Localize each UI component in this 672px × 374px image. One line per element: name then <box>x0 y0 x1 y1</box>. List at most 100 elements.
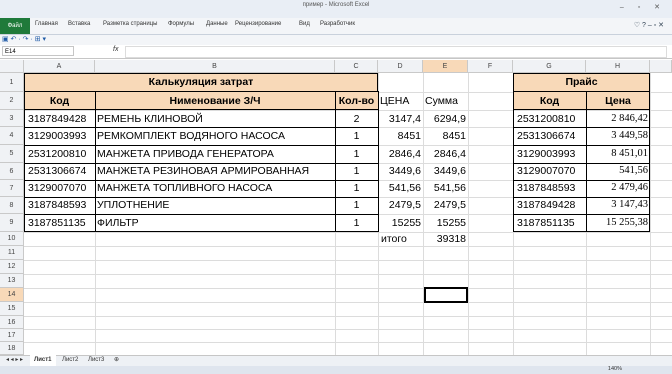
cell-qty[interactable]: 1 <box>335 179 378 197</box>
cell-code[interactable]: 3129007070 <box>28 179 95 197</box>
sheet-tab-3[interactable]: Лист3 <box>84 355 108 366</box>
cell-name[interactable]: МАНЖЕТА ТОПЛИВНОГО НАСОСА <box>97 179 335 197</box>
column-header-c[interactable]: C <box>335 60 378 73</box>
cell-name[interactable]: МАНЖЕТА РЕЗИНОВАЯ АРМИРОВАННАЯ <box>97 162 335 180</box>
cell-sum[interactable]: 541,56 <box>423 179 466 197</box>
price-cell-price[interactable]: 3 147,43 <box>586 196 648 214</box>
cell-price[interactable]: 8451 <box>378 127 421 145</box>
fx-icon[interactable]: fx <box>113 46 118 53</box>
cell-sum[interactable]: 2846,4 <box>423 145 466 163</box>
price-cell-code[interactable]: 3129003993 <box>517 145 586 163</box>
cell-price[interactable]: 3147,4 <box>378 110 421 128</box>
row-header[interactable]: 4 <box>0 127 24 145</box>
row-header[interactable]: 14 <box>0 288 24 302</box>
tab-formulas[interactable]: Формулы <box>168 21 194 27</box>
formula-input[interactable] <box>125 46 667 58</box>
row-header[interactable]: 9 <box>0 214 24 232</box>
cell-sum[interactable]: 2479,5 <box>423 196 466 214</box>
price-cell-price[interactable]: 2 479,46 <box>586 179 648 197</box>
active-cell[interactable] <box>424 287 468 303</box>
insert-sheet-icon[interactable]: ⊕ <box>110 355 123 366</box>
help-icon[interactable]: ♡ ? – ▫ ✕ <box>634 21 664 29</box>
tab-home[interactable]: Главная <box>35 21 58 27</box>
column-header-g[interactable]: G <box>513 60 586 73</box>
cell-price[interactable]: 2846,4 <box>378 145 421 163</box>
gridline <box>24 260 672 261</box>
row-header[interactable]: 17 <box>0 329 24 342</box>
cell-code[interactable]: 3187851135 <box>28 214 95 232</box>
cell-price[interactable]: 541,56 <box>378 179 421 197</box>
cell-sum[interactable]: 3449,6 <box>423 162 466 180</box>
cell-qty[interactable]: 1 <box>335 145 378 163</box>
cell-price[interactable]: 2479,5 <box>378 196 421 214</box>
zoom-level[interactable]: 140% <box>608 366 622 372</box>
row-header[interactable]: 10 <box>0 232 24 246</box>
tab-file[interactable]: Файл <box>0 18 30 34</box>
sheet-nav-icon[interactable]: ◂ ◂ ▸ ▸ <box>2 355 27 366</box>
column-header-h[interactable]: H <box>586 60 650 73</box>
column-header-a[interactable]: A <box>24 60 95 73</box>
tab-review[interactable]: Рецензирование <box>235 21 281 27</box>
price-cell-price[interactable]: 541,56 <box>586 162 648 180</box>
price-cell-code[interactable]: 3129007070 <box>517 162 586 180</box>
cell-qty[interactable]: 1 <box>335 214 378 232</box>
window-controls[interactable]: – ▫ ✕ <box>620 3 666 11</box>
cell-name[interactable]: МАНЖЕТА ПРИВОДА ГЕНЕРАТОРА <box>97 145 335 163</box>
row-header[interactable]: 2 <box>0 92 24 110</box>
cell-code[interactable]: 3187848593 <box>28 196 95 214</box>
cell-name[interactable]: УПЛОТНЕНИЕ <box>97 196 335 214</box>
row-header[interactable]: 15 <box>0 302 24 316</box>
sheet-tab-2[interactable]: Лист2 <box>58 355 82 366</box>
row-header[interactable]: 6 <box>0 163 24 180</box>
price-cell-price[interactable]: 2 846,42 <box>586 110 648 128</box>
row-header[interactable]: 1 <box>0 73 24 92</box>
cell-sum[interactable]: 8451 <box>423 127 466 145</box>
row-header[interactable]: 11 <box>0 246 24 260</box>
total-label[interactable]: итого <box>381 230 423 248</box>
row-header[interactable]: 13 <box>0 274 24 288</box>
cell-code[interactable]: 3129003993 <box>28 127 95 145</box>
row-header[interactable]: 7 <box>0 180 24 197</box>
column-header-b[interactable]: B <box>95 60 335 73</box>
price-cell-code[interactable]: 3187851135 <box>517 214 586 232</box>
row-header[interactable]: 5 <box>0 145 24 163</box>
price-cell-price[interactable]: 3 449,58 <box>586 127 648 145</box>
tab-developer[interactable]: Разработчик <box>320 21 355 27</box>
cell-qty[interactable]: 2 <box>335 110 378 128</box>
cell-qty[interactable]: 1 <box>335 162 378 180</box>
row-header[interactable]: 18 <box>0 342 24 355</box>
cell-code[interactable]: 3187849428 <box>28 110 95 128</box>
price-cell-price[interactable]: 15 255,38 <box>586 214 648 232</box>
tab-view[interactable]: Вид <box>299 21 310 27</box>
total-value[interactable]: 39318 <box>423 230 466 248</box>
save-undo-redo-icon[interactable]: ▣ ↶ · ↷ · ⊞ ▾ <box>2 35 46 43</box>
cell-name[interactable]: РЕМКОМПЛЕКТ ВОДЯНОГО НАСОСА <box>97 127 335 145</box>
select-all-corner[interactable] <box>0 60 24 73</box>
name-box[interactable]: E14 <box>2 46 74 56</box>
cell-qty[interactable]: 1 <box>335 127 378 145</box>
calc-bottom-border <box>24 231 379 232</box>
tab-page-layout[interactable]: Разметка страницы <box>103 21 157 27</box>
cell-code[interactable]: 2531306674 <box>28 162 95 180</box>
price-cell-code[interactable]: 2531200810 <box>517 110 586 128</box>
row-header[interactable]: 8 <box>0 197 24 214</box>
cell-name[interactable]: ФИЛЬТР <box>97 214 335 232</box>
cell-sum[interactable]: 6294,9 <box>423 110 466 128</box>
column-header-e[interactable]: E <box>423 60 468 73</box>
tab-insert[interactable]: Вставка <box>68 21 90 27</box>
price-cell-price[interactable]: 8 451,01 <box>586 145 648 163</box>
cell-code[interactable]: 2531200810 <box>28 145 95 163</box>
price-cell-code[interactable]: 2531306674 <box>517 127 586 145</box>
tab-data[interactable]: Данные <box>206 21 228 27</box>
price-cell-code[interactable]: 3187848593 <box>517 179 586 197</box>
column-header-f[interactable]: F <box>468 60 513 73</box>
row-header[interactable]: 12 <box>0 260 24 274</box>
row-header[interactable]: 16 <box>0 316 24 329</box>
cell-price[interactable]: 3449,6 <box>378 162 421 180</box>
sheet-tab-1[interactable]: Лист1 <box>30 355 56 366</box>
column-header-d[interactable]: D <box>378 60 423 73</box>
row-header[interactable]: 3 <box>0 110 24 127</box>
price-cell-code[interactable]: 3187849428 <box>517 196 586 214</box>
cell-name[interactable]: РЕМЕНЬ КЛИНОВОЙ <box>97 110 335 128</box>
cell-qty[interactable]: 1 <box>335 196 378 214</box>
